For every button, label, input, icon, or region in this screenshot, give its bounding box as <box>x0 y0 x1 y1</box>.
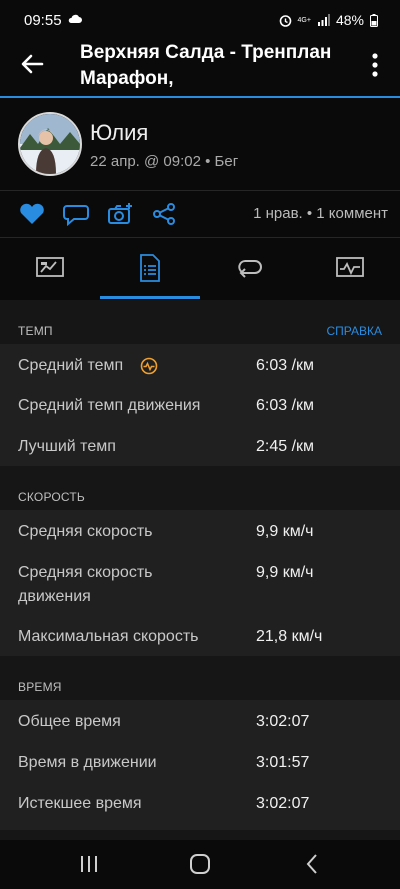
stat-label: Лучший темп <box>18 438 116 455</box>
tab-stats[interactable] <box>100 238 200 298</box>
alarm-icon <box>279 14 291 27</box>
tab-charts[interactable] <box>300 238 400 298</box>
section-title: СКОРОСТЬ <box>18 490 86 504</box>
more-vert-icon[interactable] <box>366 50 384 80</box>
pace-block: Средний темп 6:03 /км Средний темп движе… <box>0 344 400 466</box>
camera-add-icon[interactable] <box>106 202 134 226</box>
social-actions: 1 нрав. • 1 коммент <box>0 192 400 236</box>
time-block: Общее время 3:02:07 Время в движении 3:0… <box>0 700 400 830</box>
section-header-speed: СКОРОСТЬ <box>0 466 400 510</box>
user-name[interactable]: Юлия <box>90 120 148 146</box>
arrow-left-icon[interactable] <box>18 50 46 78</box>
stat-label: Средняя скорость <box>18 523 153 540</box>
status-time: 09:55 <box>24 12 62 29</box>
cloud-icon <box>68 14 82 23</box>
stat-label: Время в движении <box>18 754 157 771</box>
social-counts[interactable]: 1 нрав. • 1 коммент <box>253 205 388 222</box>
stat-value: 2:45 /км <box>256 438 315 455</box>
stat-label: Максимальная скорость <box>18 628 199 645</box>
share-icon[interactable] <box>150 202 178 226</box>
section-header-time: ВРЕМЯ <box>0 656 400 700</box>
divider <box>0 190 400 191</box>
status-right: 4G+ 48% <box>279 12 378 28</box>
stat-value: 9,9 км/ч <box>256 564 314 581</box>
avatar-photo <box>20 114 80 174</box>
section-title: ТЕМП <box>18 324 53 338</box>
stat-value: 3:02:07 <box>256 713 310 730</box>
battery-percent: 48% <box>335 12 364 28</box>
activity-tabs <box>0 238 400 298</box>
battery-icon <box>370 13 378 27</box>
section-title: ВРЕМЯ <box>18 680 62 694</box>
tab-indicator <box>100 296 200 299</box>
stat-value: 9,9 км/ч <box>256 523 314 540</box>
heart-icon[interactable] <box>18 202 46 226</box>
laps-tab-icon <box>238 260 262 278</box>
stat-value: 6:03 /км <box>256 357 315 374</box>
back-nav-icon[interactable] <box>300 852 326 876</box>
pace-badge-icon[interactable] <box>140 357 158 375</box>
speed-block: Средняя скорость 9,9 км/ч Средняя скорос… <box>0 510 400 656</box>
signal-icon <box>317 14 330 26</box>
stat-label: Средний темп <box>18 357 124 374</box>
stat-label: Средний темп движения <box>18 397 201 414</box>
tab-overview[interactable] <box>0 238 100 298</box>
home-icon[interactable] <box>187 852 213 876</box>
stats-tab-icon <box>140 254 160 282</box>
activity-meta: 22 апр. @ 09:02 • Бег <box>90 153 239 170</box>
activity-title: Верхняя Салда - Тренплан Марафон, <box>80 42 332 89</box>
network-type: 4G+ <box>297 16 311 24</box>
help-link[interactable]: СПРАВКА <box>327 324 383 338</box>
stat-label-line2: движения <box>18 588 91 605</box>
section-header-pace: ТЕМП СПРАВКА <box>0 300 400 344</box>
stat-label: Средняя скорость <box>18 564 153 581</box>
stat-value: 6:03 /км <box>256 397 315 414</box>
avatar[interactable] <box>18 112 82 176</box>
stat-value: 21,8 км/ч <box>256 628 323 645</box>
stat-value: 3:02:07 <box>256 795 310 812</box>
stats-content: ТЕМП СПРАВКА Средний темп 6:03 /км Средн… <box>0 300 400 840</box>
system-nav-bar <box>0 840 400 889</box>
app-bar: Верхняя Салда - Тренплан Марафон, <box>0 34 400 96</box>
recent-apps-icon[interactable] <box>76 852 102 876</box>
stat-label: Истекшее время <box>18 795 142 812</box>
charts-tab-icon <box>336 257 364 277</box>
profile-header: Юлия 22 апр. @ 09:02 • Бег <box>0 98 400 190</box>
overview-tab-icon <box>36 257 64 277</box>
comment-icon[interactable] <box>62 202 90 226</box>
tab-laps[interactable] <box>200 238 300 298</box>
stat-label: Общее время <box>18 713 121 730</box>
stat-value: 3:01:57 <box>256 754 310 771</box>
